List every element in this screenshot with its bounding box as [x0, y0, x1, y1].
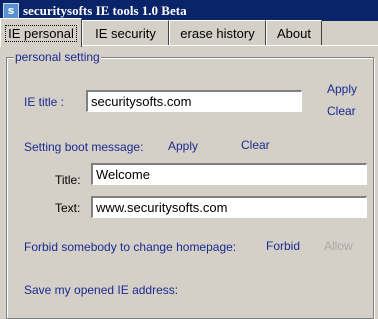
- ie-title-input[interactable]: [86, 90, 302, 112]
- boot-text-input[interactable]: [91, 196, 367, 218]
- boot-message-clear-link[interactable]: Clear: [241, 138, 270, 152]
- ie-title-label: IE title :: [24, 95, 65, 109]
- tab-label: About: [277, 25, 311, 41]
- boot-title-input[interactable]: [91, 163, 367, 185]
- forbid-link[interactable]: Forbid: [266, 239, 300, 253]
- tab-label: IE personal: [5, 24, 77, 42]
- tab-erase-history[interactable]: erase history: [169, 20, 266, 45]
- group-title: personal setting: [14, 50, 101, 64]
- boot-message-apply-link[interactable]: Apply: [168, 139, 198, 153]
- boot-title-label: Title:: [55, 173, 81, 187]
- window-title: securitysofts IE tools 1.0 Beta: [23, 2, 187, 18]
- ie-title-clear-link[interactable]: Clear: [327, 104, 356, 118]
- tab-ie-personal[interactable]: IE personal: [0, 18, 82, 47]
- tab-label: IE security: [95, 25, 156, 41]
- save-ie-address-label: Save my opened IE address:: [24, 283, 179, 297]
- forbid-homepage-label: Forbid somebody to change homepage:: [24, 240, 237, 254]
- allow-link[interactable]: Allow: [324, 239, 353, 253]
- app-icon: s: [3, 2, 19, 19]
- tab-label: erase history: [180, 25, 255, 41]
- boot-message-label: Setting boot message:: [24, 140, 144, 154]
- boot-text-label: Text:: [55, 201, 81, 215]
- ie-title-apply-link[interactable]: Apply: [327, 82, 357, 96]
- tab-about[interactable]: About: [266, 20, 322, 45]
- tab-ie-security[interactable]: IE security: [82, 20, 169, 45]
